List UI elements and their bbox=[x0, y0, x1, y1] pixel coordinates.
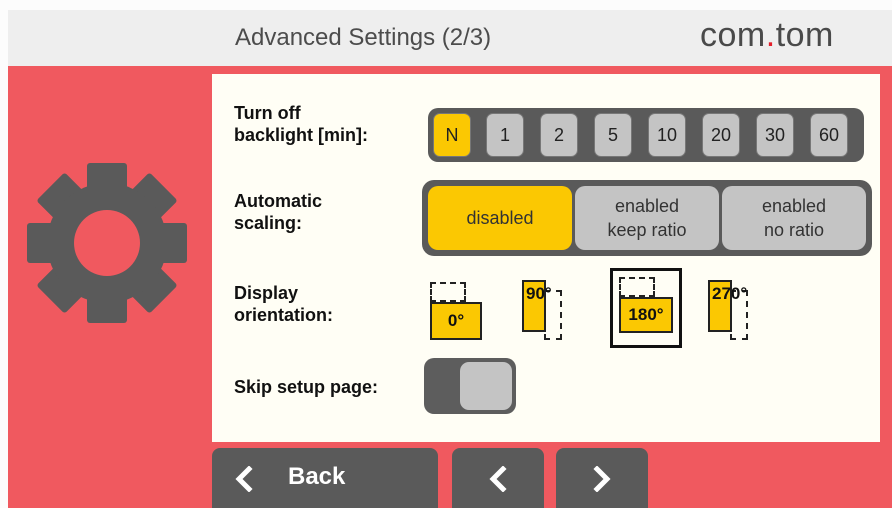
orientation-option-180[interactable]: 180° bbox=[610, 268, 682, 348]
orientation-option-0[interactable]: 0° bbox=[428, 276, 498, 348]
skip-setup-label: Skip setup page: bbox=[234, 377, 379, 397]
gear-icon bbox=[27, 163, 187, 323]
backlight-option-1[interactable]: 1 bbox=[486, 113, 524, 157]
orientation-label-180: 180° bbox=[619, 297, 673, 333]
backlight-option-2[interactable]: 2 bbox=[540, 113, 578, 157]
chevron-left-icon bbox=[489, 466, 507, 492]
page-title: Advanced Settings (2/3) bbox=[235, 24, 492, 51]
orientation-option-90[interactable]: 90° bbox=[522, 276, 582, 348]
backlight-option-30[interactable]: 30 bbox=[756, 113, 794, 157]
backlight-option-n[interactable]: N bbox=[433, 113, 471, 157]
scaling-selector: disabled enabled keep ratio enabled no r… bbox=[422, 180, 872, 256]
toggle-knob bbox=[460, 362, 512, 410]
backlight-selector: N 1 2 5 10 20 30 60 bbox=[428, 108, 864, 162]
backlight-option-5[interactable]: 5 bbox=[594, 113, 632, 157]
orientation-label: Display orientation: bbox=[234, 283, 333, 325]
orientation-label-270: 270° bbox=[708, 280, 747, 332]
orientation-label-0: 0° bbox=[430, 302, 482, 340]
backlight-label: Turn off backlight [min]: bbox=[234, 103, 368, 145]
orientation-outline bbox=[619, 277, 655, 297]
scaling-option-keep-ratio[interactable]: enabled keep ratio bbox=[575, 186, 719, 250]
scaling-option-no-ratio[interactable]: enabled no ratio bbox=[722, 186, 866, 250]
chevron-right-icon bbox=[593, 466, 611, 492]
header-bar: Advanced Settings (2/3) com.tom bbox=[8, 10, 892, 66]
backlight-option-20[interactable]: 20 bbox=[702, 113, 740, 157]
prev-page-button[interactable] bbox=[452, 448, 544, 508]
scaling-label: Automatic scaling: bbox=[234, 191, 323, 233]
backlight-option-60[interactable]: 60 bbox=[810, 113, 848, 157]
backlight-option-10[interactable]: 10 bbox=[648, 113, 686, 157]
orientation-label-90: 90° bbox=[522, 280, 552, 332]
chevron-left-icon bbox=[235, 466, 253, 492]
app-frame: Advanced Settings (2/3) com.tom Turn off… bbox=[8, 10, 892, 508]
orientation-outline bbox=[430, 282, 466, 302]
brand-logo: com.tom bbox=[700, 16, 834, 54]
settings-panel: Turn off backlight [min]: N 1 2 5 10 20 … bbox=[212, 74, 880, 442]
next-page-button[interactable] bbox=[556, 448, 648, 508]
orientation-option-270[interactable]: 270° bbox=[706, 276, 776, 348]
back-button[interactable]: Back bbox=[212, 448, 438, 508]
back-label: Back bbox=[288, 463, 346, 490]
skip-setup-toggle[interactable] bbox=[424, 358, 516, 414]
scaling-option-disabled[interactable]: disabled bbox=[428, 186, 572, 250]
